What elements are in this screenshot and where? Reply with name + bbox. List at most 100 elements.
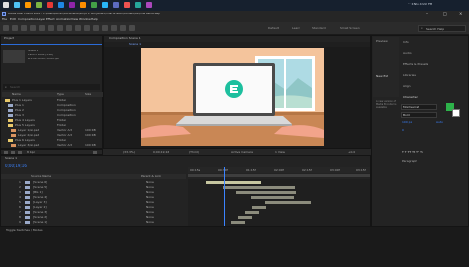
layer-label-color[interactable] (25, 206, 30, 209)
tracking-value[interactable]: 0 (402, 129, 404, 132)
new-ext-label[interactable]: New Ext (376, 75, 388, 78)
layer-bar[interactable] (252, 206, 266, 209)
project-item[interactable]: Layer 3/ai.psd Vector Art 100 KB (2, 143, 103, 148)
zoom-tool-icon[interactable] (30, 25, 36, 31)
panel-info[interactable]: Info (400, 41, 468, 46)
clone-stamp-tool-icon[interactable] (102, 25, 108, 31)
layer-parent[interactable]: None (146, 206, 154, 209)
col-header-type[interactable]: Type (57, 93, 64, 96)
roto-brush-tool-icon[interactable] (120, 25, 126, 31)
taskbar-app-icon[interactable] (91, 2, 97, 8)
panel-align[interactable]: Align (400, 85, 468, 90)
minimize-icon[interactable]: – (426, 12, 428, 16)
taskbar-app-icon[interactable] (80, 2, 86, 8)
work-area-bar[interactable] (188, 174, 370, 177)
new-folder-icon[interactable] (11, 151, 15, 154)
layer-bar[interactable] (251, 196, 294, 199)
col-header-name[interactable]: Name (12, 93, 21, 96)
menu-window[interactable]: Window (79, 18, 91, 21)
menu-animation[interactable]: Animation (56, 18, 71, 21)
menu-layer[interactable]: Layer (37, 18, 45, 21)
brush-tool-icon[interactable] (93, 25, 99, 31)
tab-project[interactable]: Project (4, 37, 14, 42)
panel-libraries[interactable]: Libraries (400, 74, 468, 79)
comp-timecode[interactable]: 0;00;19;16 (153, 151, 169, 154)
bit-depth-label[interactable]: 8 bpc (27, 151, 35, 154)
menu-file[interactable]: File (2, 18, 7, 21)
trash-icon[interactable] (93, 151, 97, 154)
faux-styles-row[interactable]: T T TT Tt T¹ T₁ (402, 151, 423, 154)
windows-start-icon[interactable] (3, 2, 9, 8)
menu-effect[interactable]: Effect (46, 18, 55, 21)
layer-parent[interactable]: None (146, 181, 154, 184)
rectangle-tool-icon[interactable] (66, 25, 72, 31)
layer-parent[interactable]: None (146, 186, 154, 189)
layer-label-color[interactable] (25, 181, 30, 184)
stroke-color-swatch[interactable] (452, 109, 460, 117)
layer-bar[interactable] (236, 191, 296, 194)
taskbar-app-icon[interactable] (58, 2, 64, 8)
toggle-switches-modes[interactable]: Toggle Switches / Modes (6, 229, 43, 232)
maximize-icon[interactable]: □ (443, 12, 447, 16)
taskbar-app-icon[interactable] (146, 2, 152, 8)
resolution-dropdown[interactable]: (Third) (189, 151, 199, 154)
preview-label[interactable]: Preview (376, 40, 388, 43)
layer-bar[interactable] (238, 216, 252, 219)
close-icon[interactable]: × (459, 12, 462, 16)
font-style-dropdown[interactable]: Bold (401, 112, 437, 118)
taskbar-app-icon[interactable] (135, 2, 141, 8)
comp-canvas[interactable] (141, 48, 324, 146)
layer-parent[interactable]: None (146, 216, 154, 219)
font-family-dropdown[interactable]: Montserrat (401, 104, 437, 110)
exposure-value[interactable]: +0.0 (348, 151, 355, 154)
pan-behind-tool-icon[interactable] (57, 25, 63, 31)
layer-bar[interactable] (245, 211, 259, 214)
zoom-dropdown[interactable]: (33.3%) (123, 151, 135, 154)
camera-tool-icon[interactable] (48, 25, 54, 31)
layer-bar[interactable] (223, 186, 295, 189)
panel-effects-presets[interactable]: Effects & Presets (400, 63, 468, 68)
comp-breadcrumb[interactable]: Scene 1 (129, 43, 141, 46)
tab-timeline-scene[interactable]: Scene 1 (5, 157, 17, 162)
layer-bar[interactable] (231, 221, 245, 224)
panel-audio[interactable]: Audio (400, 52, 468, 57)
pen-tool-icon[interactable] (75, 25, 81, 31)
taskbar-app-icon[interactable] (14, 2, 20, 8)
workspace-standard[interactable]: Standard (312, 27, 326, 30)
taskbar-app-icon[interactable] (69, 2, 75, 8)
playhead[interactable] (224, 167, 225, 226)
layer-bar[interactable] (206, 181, 261, 184)
col-header-parent-link[interactable]: Parent & Link (141, 175, 161, 178)
layer-bar[interactable] (265, 201, 311, 204)
col-header-source-name[interactable]: Source Name (31, 175, 51, 178)
font-size-value[interactable]: 100 px (402, 121, 412, 124)
layer-label-color[interactable] (25, 221, 30, 224)
layer-label-color[interactable] (25, 216, 30, 219)
panel-paragraph-label[interactable]: Paragraph (402, 160, 417, 163)
menu-view[interactable]: View (71, 18, 78, 21)
search-help-field[interactable]: ⌕ Search Help (418, 25, 466, 32)
leading-value[interactable]: Auto (436, 121, 443, 124)
hand-tool-icon[interactable] (21, 25, 27, 31)
layer-parent[interactable]: None (146, 211, 154, 214)
interpret-footage-icon[interactable] (4, 151, 8, 154)
menu-composition[interactable]: Composition (18, 18, 37, 21)
puppet-tool-icon[interactable] (129, 25, 135, 31)
system-tray-clock[interactable]: ^ ENG 4:00 PM (408, 3, 432, 6)
layer-label-color[interactable] (25, 201, 30, 204)
layer-label-color[interactable] (25, 191, 30, 194)
layer-parent[interactable]: None (146, 196, 154, 199)
menu-help[interactable]: Help (91, 18, 98, 21)
panel-character[interactable]: Character (400, 96, 468, 101)
taskbar-app-icon[interactable] (113, 2, 119, 8)
layer-label-color[interactable] (25, 186, 30, 189)
layer-label-color[interactable] (25, 196, 30, 199)
col-header-size[interactable]: Size (85, 93, 91, 96)
project-search-field[interactable]: ⌕ Search (3, 84, 100, 90)
layer-parent[interactable]: None (146, 221, 154, 224)
selection-tool-icon[interactable] (12, 25, 18, 31)
layer-parent[interactable]: None (146, 201, 154, 204)
layer-label-color[interactable] (25, 211, 30, 214)
new-composition-icon[interactable] (18, 151, 22, 154)
taskbar-app-icon[interactable] (102, 2, 108, 8)
